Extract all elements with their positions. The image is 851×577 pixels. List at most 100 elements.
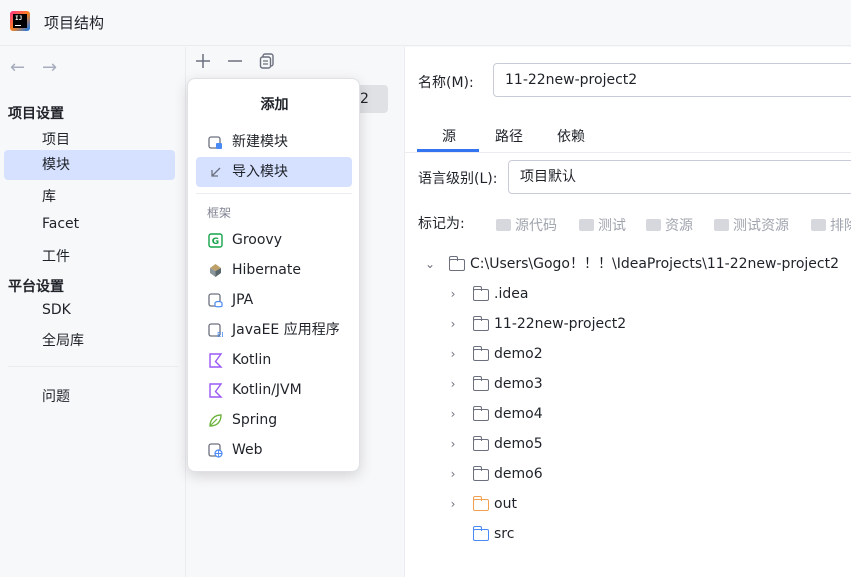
folder-icon: [448, 256, 465, 271]
mark-resources-label: 资源: [665, 218, 693, 234]
chevron-right-icon[interactable]: ›: [447, 459, 459, 489]
name-label: 名称(M):: [418, 75, 474, 91]
tab-sources[interactable]: 源: [442, 126, 456, 146]
mark-as-label: 标记为:: [418, 216, 465, 232]
module-detail-panel: 名称(M): 11-22new-project2 源 路径 依赖 语言级别(L)…: [405, 47, 851, 577]
folder-icon: [811, 219, 826, 231]
source-folder-icon: [472, 526, 489, 541]
menu-item-spring[interactable]: Spring: [196, 405, 352, 435]
tree-root-row[interactable]: ⌄ C:\Users\Gogo！！！\IdeaProjects\11-22new…: [405, 249, 851, 279]
chevron-right-icon[interactable]: ›: [447, 309, 459, 339]
tree-row[interactable]: › .idea: [405, 279, 851, 309]
hibernate-icon: [208, 263, 223, 278]
menu-item-kotlin[interactable]: Kotlin: [196, 345, 352, 375]
mark-excluded-button[interactable]: 排除: [811, 215, 851, 235]
section-platform-settings: 平台设置: [8, 279, 64, 295]
menu-item-hibernate[interactable]: Hibernate: [196, 255, 352, 285]
forward-arrow-icon[interactable]: →: [42, 57, 57, 78]
section-project-settings: 项目设置: [8, 106, 64, 122]
mark-resources-button[interactable]: 资源: [646, 215, 693, 235]
menu-item-jpa[interactable]: JPA: [196, 285, 352, 315]
chevron-right-icon[interactable]: ›: [447, 369, 459, 399]
tree-row[interactable]: › demo4: [405, 399, 851, 429]
sidebar-item-sdk[interactable]: SDK: [42, 302, 71, 318]
mark-tests-button[interactable]: 测试: [579, 215, 626, 235]
sidebar-item-facets[interactable]: Facet: [42, 216, 79, 232]
tree-label: demo4: [494, 406, 543, 422]
module-name-field[interactable]: 11-22new-project2: [493, 63, 851, 97]
popup-divider: [196, 193, 352, 194]
title-bar: IJ 项目结构: [0, 0, 851, 46]
chevron-right-icon[interactable]: ›: [447, 489, 459, 519]
folder-icon: [496, 219, 511, 231]
menu-item-label: Groovy: [232, 232, 282, 248]
mark-tests-label: 测试: [598, 218, 626, 234]
popup-title: 添加: [260, 97, 289, 113]
sidebar-item-modules[interactable]: 模块: [4, 150, 175, 180]
tree-label: C:\Users\Gogo！！！\IdeaProjects\11-22new-p…: [470, 256, 839, 272]
mark-test-resources-label: 测试资源: [733, 218, 789, 234]
sidebar-divider: [8, 366, 178, 367]
sidebar-item-project[interactable]: 项目: [42, 129, 70, 149]
mark-sources-button[interactable]: 源代码: [496, 215, 557, 235]
menu-item-label: 导入模块: [232, 164, 288, 180]
chevron-right-icon[interactable]: ›: [447, 429, 459, 459]
tree-row[interactable]: › demo2: [405, 339, 851, 369]
mark-excluded-label: 排除: [830, 218, 851, 234]
tree-row[interactable]: › out: [405, 489, 851, 519]
add-icon[interactable]: [194, 51, 212, 75]
language-level-label: 语言级别(L):: [418, 171, 498, 187]
copy-icon[interactable]: [258, 51, 276, 75]
folder-icon: [714, 219, 729, 231]
folder-icon: [472, 376, 489, 391]
menu-item-groovy[interactable]: G Groovy: [196, 225, 352, 255]
mark-test-resources-button[interactable]: 测试资源: [714, 215, 789, 235]
menu-item-javaee[interactable]: EE JavaEE 应用程序: [196, 315, 352, 345]
menu-item-label: JPA: [232, 292, 254, 308]
tree-row[interactable]: src: [405, 519, 851, 549]
folder-icon: [472, 406, 489, 421]
new-module-icon: [208, 135, 223, 150]
sidebar-item-problems[interactable]: 问题: [42, 386, 70, 406]
svg-text:EE: EE: [217, 331, 223, 338]
chevron-right-icon[interactable]: ›: [447, 339, 459, 369]
folder-icon: [472, 316, 489, 331]
mark-sources-label: 源代码: [515, 218, 557, 234]
remove-icon[interactable]: [226, 51, 244, 75]
frameworks-group-label: 框架: [207, 206, 232, 220]
sidebar-item-libraries[interactable]: 库: [42, 186, 56, 206]
tree-row[interactable]: › demo6: [405, 459, 851, 489]
tree-row[interactable]: › demo3: [405, 369, 851, 399]
excluded-folder-icon: [472, 496, 489, 511]
sidebar-item-artifacts[interactable]: 工件: [42, 246, 70, 266]
menu-item-label: Spring: [232, 412, 278, 428]
chevron-right-icon[interactable]: ›: [447, 399, 459, 429]
tree-row[interactable]: › 11-22new-project2: [405, 309, 851, 339]
language-level-select[interactable]: 项目默认: [508, 160, 851, 194]
menu-item-label: 新建模块: [232, 134, 288, 150]
menu-item-new-module[interactable]: 新建模块: [196, 127, 352, 157]
tree-label: 11-22new-project2: [494, 316, 627, 332]
menu-item-kotlin-jvm[interactable]: Kotlin/JVM: [196, 375, 352, 405]
add-popup-menu: 添加 新建模块 导入模块 框架 G Groovy Hibernate JPA E…: [187, 78, 360, 472]
tree-label: demo6: [494, 466, 543, 482]
tree-label: .idea: [494, 286, 529, 302]
chevron-down-icon[interactable]: ⌄: [424, 249, 436, 279]
menu-item-web[interactable]: Web: [196, 435, 352, 465]
chevron-right-icon[interactable]: ›: [447, 279, 459, 309]
tab-dependencies[interactable]: 依赖: [557, 126, 585, 146]
sidebar: ← → 项目设置 项目 模块 库 Facet 工件 平台设置 SDK 全局库 问…: [0, 47, 186, 577]
tree-label: demo3: [494, 376, 543, 392]
javaee-icon: EE: [208, 323, 226, 339]
menu-item-label: Kotlin/JVM: [232, 382, 302, 398]
jpa-icon: [208, 293, 223, 308]
menu-item-import-module[interactable]: 导入模块: [196, 157, 352, 187]
sidebar-item-global-libraries[interactable]: 全局库: [42, 330, 84, 350]
tab-paths[interactable]: 路径: [495, 126, 523, 146]
tree-row[interactable]: › demo5: [405, 429, 851, 459]
folder-icon: [472, 466, 489, 481]
folder-icon: [472, 346, 489, 361]
intellij-logo-icon: IJ: [10, 11, 30, 31]
svg-text:G: G: [212, 237, 219, 247]
back-arrow-icon[interactable]: ←: [10, 57, 25, 78]
